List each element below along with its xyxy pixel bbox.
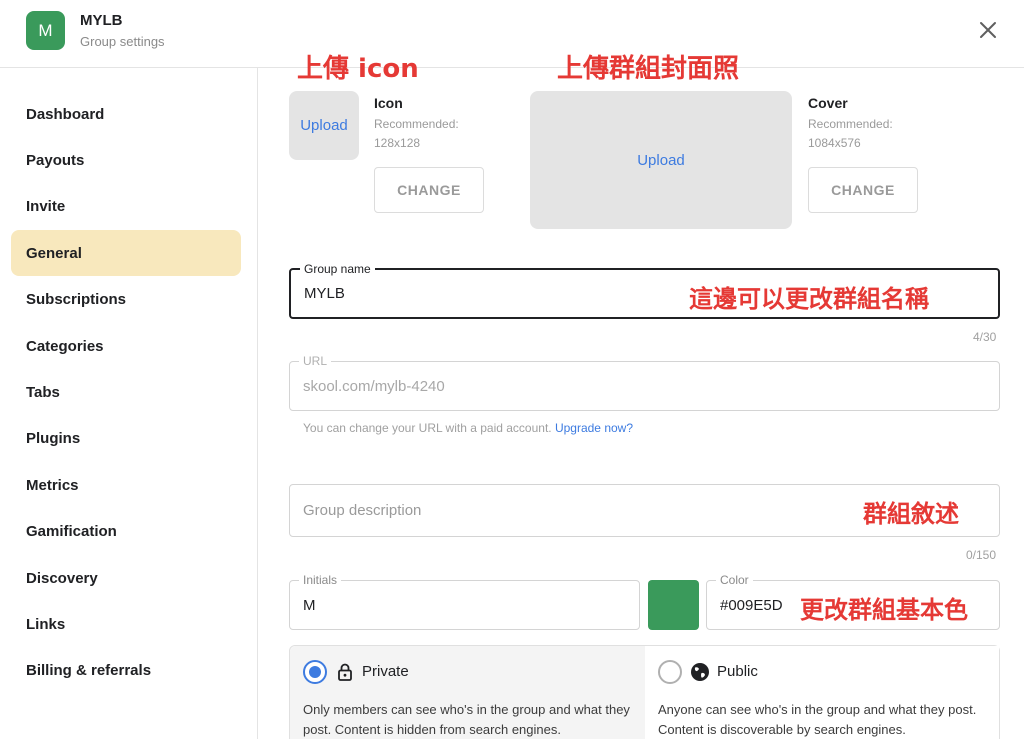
sidebar-item-subscriptions[interactable]: Subscriptions bbox=[11, 276, 241, 322]
sidebar-item-billing[interactable]: Billing & referrals bbox=[11, 647, 241, 693]
annotation-change-name: 這邊可以更改群組名稱 bbox=[689, 285, 929, 313]
privacy-private-option[interactable]: Private Only members can see who's in th… bbox=[290, 646, 645, 739]
annotation-upload-icon: 上傳 icon bbox=[297, 54, 419, 84]
sidebar-item-metrics[interactable]: Metrics bbox=[11, 462, 241, 508]
settings-sidebar: Dashboard Payouts Invite General Subscri… bbox=[0, 68, 258, 739]
private-radio[interactable] bbox=[303, 660, 327, 684]
change-icon-button[interactable]: CHANGE bbox=[374, 167, 484, 213]
icon-upload-recommended: Recommended: bbox=[374, 117, 459, 131]
sidebar-item-links[interactable]: Links bbox=[11, 601, 241, 647]
private-description: Only members can see who's in the group … bbox=[303, 702, 630, 737]
url-value: skool.com/mylb-4240 bbox=[303, 377, 445, 395]
cover-upload-title: Cover bbox=[808, 95, 848, 111]
sidebar-item-tabs[interactable]: Tabs bbox=[11, 369, 241, 415]
initials-field[interactable]: Initials M bbox=[289, 573, 640, 630]
cover-upload-size: 1084x576 bbox=[808, 136, 861, 150]
sidebar-item-payouts[interactable]: Payouts bbox=[11, 137, 241, 183]
sidebar-item-general[interactable]: General bbox=[11, 230, 241, 276]
annotation-change-color: 更改群組基本色 bbox=[800, 596, 968, 624]
group-avatar: M bbox=[26, 11, 65, 50]
sidebar-item-plugins[interactable]: Plugins bbox=[11, 415, 241, 461]
group-title: MYLB bbox=[80, 12, 123, 29]
icon-upload-title: Icon bbox=[374, 95, 403, 111]
globe-icon bbox=[691, 663, 709, 681]
dialog-subtitle: Group settings bbox=[80, 34, 165, 49]
group-settings-dialog: M MYLB Group settings Dashboard Payouts … bbox=[0, 0, 1024, 739]
privacy-public-option[interactable]: Public Anyone can see who's in the group… bbox=[645, 646, 999, 739]
group-name-counter: 4/30 bbox=[973, 330, 997, 344]
description-counter: 0/150 bbox=[966, 548, 997, 562]
close-icon bbox=[980, 22, 996, 38]
sidebar-item-gamification[interactable]: Gamification bbox=[11, 508, 241, 554]
public-radio[interactable] bbox=[658, 660, 682, 684]
color-value: #009E5D bbox=[720, 596, 783, 614]
annotation-upload-cover: 上傳群組封面照 bbox=[557, 54, 740, 84]
dialog-header: M MYLB Group settings bbox=[0, 0, 1024, 68]
annotation-description: 群組敘述 bbox=[863, 500, 959, 528]
cover-upload-button[interactable]: Upload bbox=[530, 91, 792, 229]
icon-upload-size: 128x128 bbox=[374, 136, 421, 150]
url-field[interactable]: URL skool.com/mylb-4240 bbox=[289, 354, 1000, 411]
sidebar-item-categories[interactable]: Categories bbox=[11, 323, 241, 369]
cover-upload-recommended: Recommended: bbox=[808, 117, 893, 131]
privacy-options: Private Only members can see who's in th… bbox=[289, 645, 1000, 739]
public-description: Anyone can see who's in the group and wh… bbox=[658, 702, 977, 737]
group-name-value: MYLB bbox=[304, 285, 345, 302]
initials-value: M bbox=[303, 596, 316, 614]
lock-icon bbox=[338, 663, 352, 681]
change-cover-button[interactable]: CHANGE bbox=[808, 167, 918, 213]
public-label: Public bbox=[717, 663, 758, 680]
sidebar-item-dashboard[interactable]: Dashboard bbox=[11, 91, 241, 137]
sidebar-item-discovery[interactable]: Discovery bbox=[11, 555, 241, 601]
color-swatch[interactable] bbox=[648, 580, 699, 630]
upgrade-link[interactable]: Upgrade now? bbox=[555, 421, 633, 435]
url-helper-text: You can change your URL with a paid acco… bbox=[303, 421, 552, 435]
url-helper: You can change your URL with a paid acco… bbox=[303, 421, 633, 435]
close-button[interactable] bbox=[976, 18, 1000, 42]
icon-upload-button[interactable]: Upload bbox=[289, 91, 359, 160]
sidebar-item-invite[interactable]: Invite bbox=[11, 183, 241, 229]
group-description-placeholder: Group description bbox=[303, 502, 422, 519]
private-label: Private bbox=[362, 663, 409, 680]
